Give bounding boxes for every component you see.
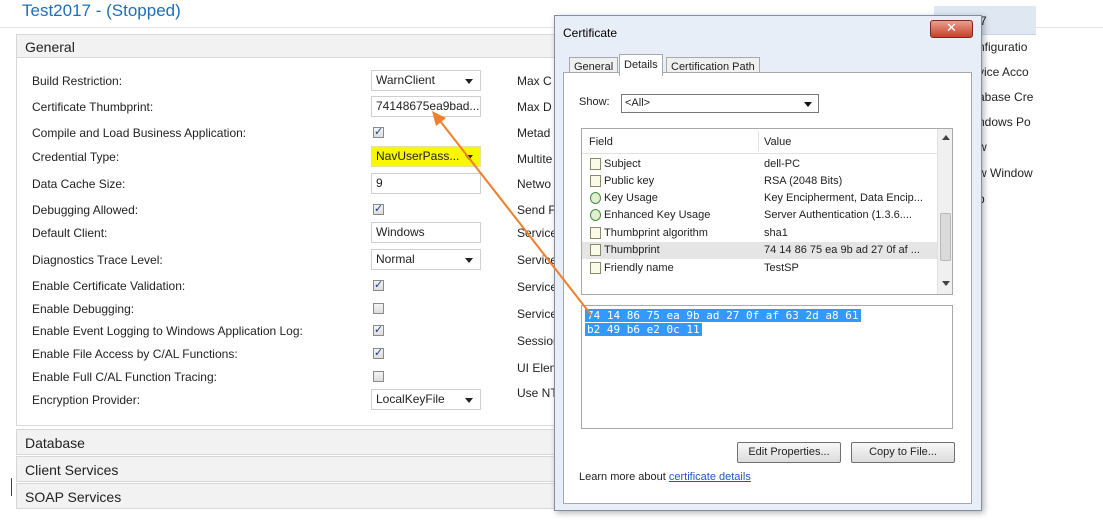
arrow-head-icon — [432, 111, 446, 126]
annotation-arrow — [432, 111, 593, 317]
tab-details[interactable]: Details — [619, 54, 663, 76]
arrow-line — [436, 116, 593, 317]
